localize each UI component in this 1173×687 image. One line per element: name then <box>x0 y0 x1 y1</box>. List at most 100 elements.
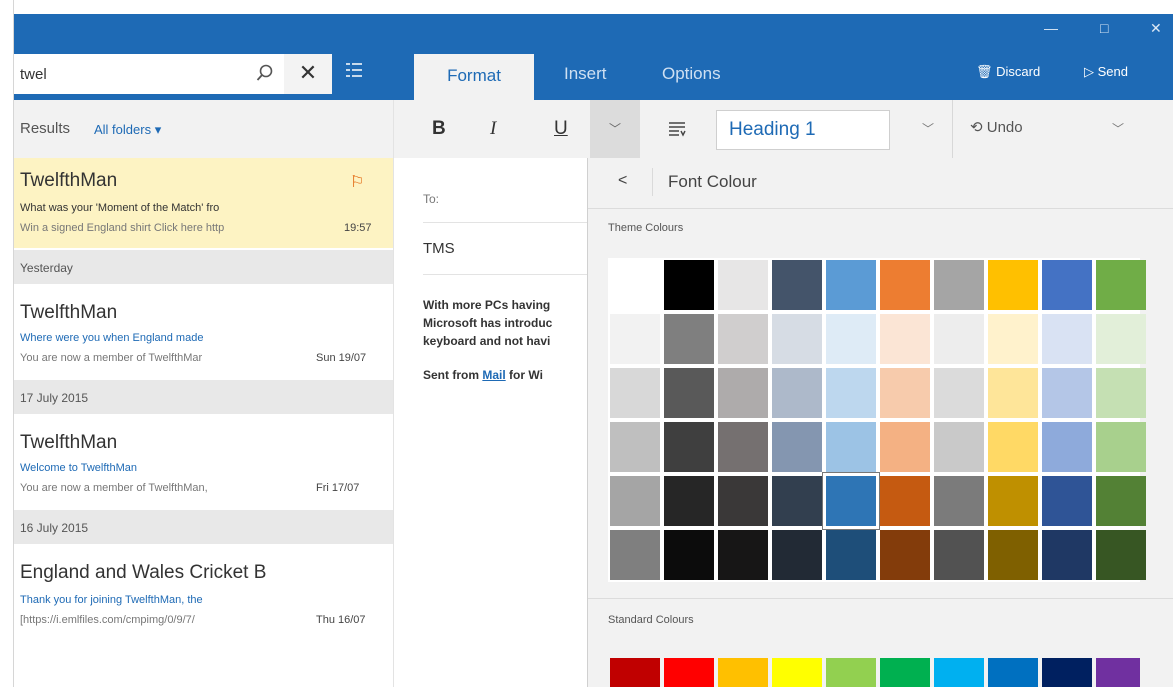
select-mode-icon[interactable] <box>344 61 364 84</box>
to-field[interactable]: To: <box>423 192 439 206</box>
colour-swatch[interactable] <box>772 530 822 580</box>
discard-button[interactable]: 🗑 Discard <box>976 64 1040 80</box>
undo-button[interactable]: ⟲ Undo <box>970 118 1023 136</box>
subject-field[interactable]: TMS <box>423 240 455 257</box>
colour-swatch[interactable] <box>1096 530 1146 580</box>
colour-swatch[interactable] <box>1096 422 1146 472</box>
clear-search-button[interactable]: ✕ <box>284 54 332 94</box>
colour-swatch[interactable] <box>610 530 660 580</box>
colour-swatch[interactable] <box>988 314 1038 364</box>
search-box[interactable]: twel <box>14 54 284 94</box>
colour-swatch[interactable] <box>826 260 876 310</box>
colour-swatch[interactable] <box>1042 314 1092 364</box>
mail-link[interactable]: Mail <box>482 368 505 382</box>
colour-swatch[interactable] <box>988 260 1038 310</box>
colour-swatch[interactable] <box>988 530 1038 580</box>
colour-swatch[interactable] <box>718 530 768 580</box>
colour-swatch[interactable] <box>1042 530 1092 580</box>
colour-swatch[interactable] <box>772 314 822 364</box>
colour-swatch[interactable] <box>664 530 714 580</box>
standard-colour-swatch[interactable] <box>664 658 714 687</box>
italic-button[interactable]: I <box>490 118 496 140</box>
standard-colour-swatch[interactable] <box>880 658 930 687</box>
colour-swatch[interactable] <box>664 422 714 472</box>
colour-swatch[interactable] <box>718 260 768 310</box>
colour-swatch[interactable] <box>1096 368 1146 418</box>
colour-swatch[interactable] <box>718 368 768 418</box>
flag-icon[interactable]: ⚐ <box>350 172 364 192</box>
colour-swatch[interactable] <box>880 314 930 364</box>
colour-swatch[interactable] <box>934 260 984 310</box>
standard-colour-swatch[interactable] <box>988 658 1038 687</box>
close-button[interactable]: ✕ <box>1150 20 1162 37</box>
bold-button[interactable]: B <box>432 118 446 140</box>
list-item[interactable]: TwelfthMan Welcome to TwelfthMan You are… <box>14 414 393 510</box>
colour-swatch[interactable] <box>1042 422 1092 472</box>
standard-colour-swatch[interactable] <box>772 658 822 687</box>
tab-format[interactable]: Format <box>414 54 534 100</box>
colour-swatch[interactable] <box>823 473 879 529</box>
maximize-button[interactable]: □ <box>1100 20 1108 36</box>
chevron-down-icon[interactable]: ﹀ <box>922 120 934 137</box>
chevron-down-icon[interactable]: ﹀ <box>590 100 640 158</box>
colour-swatch[interactable] <box>826 530 876 580</box>
paragraph-format-icon[interactable] <box>668 120 686 143</box>
colour-swatch[interactable] <box>1042 260 1092 310</box>
chevron-down-icon[interactable]: ﹀ <box>1112 120 1124 137</box>
message-body[interactable]: With more PCs having Microsoft has intro… <box>423 296 587 384</box>
colour-swatch[interactable] <box>664 368 714 418</box>
tab-options[interactable]: Options <box>662 64 721 84</box>
colour-swatch[interactable] <box>826 422 876 472</box>
colour-swatch[interactable] <box>826 314 876 364</box>
colour-swatch[interactable] <box>826 368 876 418</box>
colour-swatch[interactable] <box>718 422 768 472</box>
colour-swatch[interactable] <box>934 368 984 418</box>
colour-swatch[interactable] <box>1042 368 1092 418</box>
back-button[interactable]: < <box>618 172 627 190</box>
colour-swatch[interactable] <box>664 314 714 364</box>
standard-colour-swatch[interactable] <box>610 658 660 687</box>
colour-swatch[interactable] <box>718 314 768 364</box>
colour-swatch[interactable] <box>664 260 714 310</box>
colour-swatch[interactable] <box>880 422 930 472</box>
standard-colour-swatch[interactable] <box>1096 658 1140 687</box>
colour-swatch[interactable] <box>1096 314 1146 364</box>
colour-swatch[interactable] <box>880 368 930 418</box>
tab-insert[interactable]: Insert <box>564 64 607 84</box>
colour-swatch[interactable] <box>772 260 822 310</box>
list-item[interactable]: TwelfthMan ⚐ What was your 'Moment of th… <box>14 158 393 248</box>
colour-swatch[interactable] <box>988 476 1038 526</box>
standard-colour-swatch[interactable] <box>718 658 768 687</box>
send-button[interactable]: ▷ Send <box>1084 64 1128 80</box>
colour-swatch[interactable] <box>880 530 930 580</box>
list-item[interactable]: England and Wales Cricket B Thank you fo… <box>14 544 393 640</box>
colour-swatch[interactable] <box>1096 260 1146 310</box>
colour-swatch[interactable] <box>610 368 660 418</box>
standard-colour-swatch[interactable] <box>934 658 984 687</box>
colour-swatch[interactable] <box>772 476 822 526</box>
colour-swatch[interactable] <box>610 422 660 472</box>
colour-swatch[interactable] <box>880 476 930 526</box>
colour-swatch[interactable] <box>1096 476 1146 526</box>
folder-filter[interactable]: All folders ▾ <box>94 122 161 138</box>
style-dropdown[interactable]: Heading 1 <box>716 110 890 150</box>
colour-swatch[interactable] <box>880 260 930 310</box>
colour-swatch[interactable] <box>772 422 822 472</box>
colour-swatch[interactable] <box>988 422 1038 472</box>
underline-button[interactable]: U <box>554 118 568 140</box>
colour-swatch[interactable] <box>718 476 768 526</box>
colour-swatch[interactable] <box>1042 476 1092 526</box>
colour-swatch[interactable] <box>934 530 984 580</box>
colour-swatch[interactable] <box>934 314 984 364</box>
colour-swatch[interactable] <box>610 476 660 526</box>
colour-swatch[interactable] <box>664 476 714 526</box>
standard-colour-swatch[interactable] <box>826 658 876 687</box>
colour-swatch[interactable] <box>610 314 660 364</box>
colour-swatch[interactable] <box>934 422 984 472</box>
colour-swatch[interactable] <box>934 476 984 526</box>
minimize-button[interactable]: — <box>1044 20 1058 36</box>
search-icon[interactable] <box>256 64 274 87</box>
colour-swatch[interactable] <box>988 368 1038 418</box>
colour-swatch[interactable] <box>610 260 660 310</box>
search-input[interactable]: twel <box>20 66 47 83</box>
